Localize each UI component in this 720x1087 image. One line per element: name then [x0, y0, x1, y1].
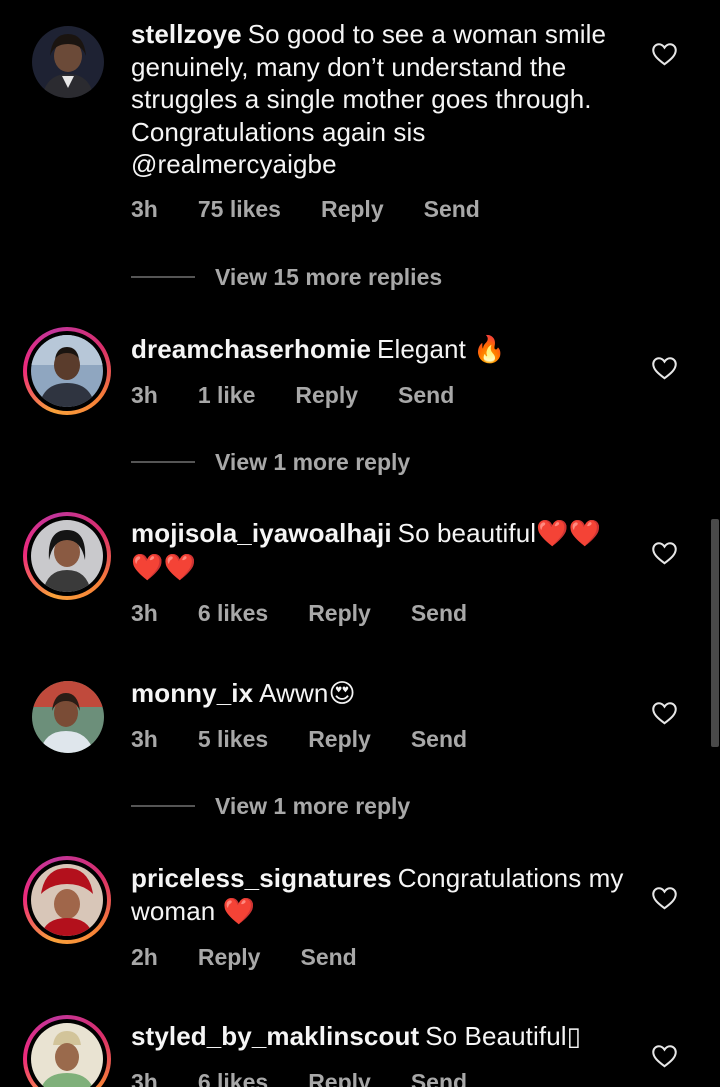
comment-time: 2h	[131, 943, 158, 970]
comment-meta: 2h Reply Send	[131, 942, 631, 972]
comment-text: Elegant	[377, 334, 466, 364]
heart-emoji: ❤️	[222, 896, 256, 927]
avatar[interactable]	[23, 512, 111, 600]
heart-outline-icon[interactable]	[651, 700, 678, 725]
reply-button[interactable]: Reply	[321, 196, 384, 223]
avatar[interactable]	[23, 1015, 111, 1087]
comment-likes[interactable]: 6 likes	[198, 600, 268, 627]
heart-outline-icon[interactable]	[651, 1043, 678, 1068]
fire-emoji: 🔥	[473, 335, 506, 365]
reply-button[interactable]: Reply	[308, 600, 371, 627]
comment-time: 3h	[131, 382, 158, 408]
avatar[interactable]	[23, 327, 111, 415]
comment-time: 3h	[131, 1069, 158, 1087]
comment-text: So Beautiful	[425, 1021, 567, 1051]
send-button[interactable]: Send	[398, 382, 454, 409]
send-button[interactable]: Send	[300, 944, 356, 971]
avatar-image	[32, 681, 104, 753]
send-button[interactable]: Send	[411, 600, 467, 627]
comment-likes[interactable]: 1 like	[198, 382, 256, 409]
divider-line	[131, 805, 195, 807]
scrollbar[interactable]	[711, 519, 719, 747]
send-button[interactable]: Send	[411, 1069, 467, 1087]
view-replies-label: View 1 more reply	[215, 792, 411, 819]
avatar[interactable]	[24, 18, 112, 106]
avatar-image	[31, 864, 103, 936]
heart-outline-icon[interactable]	[651, 41, 678, 66]
comment-username[interactable]: mojisola_iyawoalhaji	[131, 518, 392, 548]
comment-username[interactable]: stellzoye	[131, 19, 242, 49]
heart-outline-icon[interactable]	[651, 355, 678, 380]
heart-outline-icon[interactable]	[651, 885, 678, 910]
view-replies-button[interactable]: View 15 more replies	[131, 262, 442, 292]
send-button[interactable]: Send	[424, 196, 480, 223]
avatar[interactable]	[23, 856, 111, 944]
comment-username[interactable]: monny_ix	[131, 678, 253, 708]
avatar[interactable]	[24, 673, 112, 761]
reply-button[interactable]: Reply	[308, 726, 371, 753]
comment-time: 3h	[131, 726, 158, 752]
comment-username[interactable]: priceless_signatures	[131, 863, 392, 893]
comment-time: 3h	[131, 196, 158, 222]
view-replies-label: View 1 more reply	[215, 448, 411, 475]
comment-likes[interactable]: 6 likes	[198, 1069, 268, 1087]
view-replies-label: View 15 more replies	[215, 263, 443, 290]
view-replies-button[interactable]: View 1 more reply	[131, 447, 410, 477]
reply-button[interactable]: Reply	[295, 382, 358, 409]
comment-time: 3h	[131, 599, 158, 626]
reply-button[interactable]: Reply	[198, 944, 261, 971]
comments-screen: stellzoye So good to see a woman smile ge…	[0, 0, 720, 1087]
comment-likes[interactable]: 75 likes	[198, 196, 281, 223]
comment-username[interactable]: styled_by_maklinscout	[131, 1021, 419, 1051]
comment-meta: 3h 5 likes Reply Send	[131, 725, 631, 755]
send-button[interactable]: Send	[411, 726, 467, 753]
divider-line	[131, 461, 195, 463]
avatar-image	[31, 335, 103, 407]
comment-likes[interactable]: 5 likes	[198, 726, 268, 753]
comment-meta: 3h 6 likes Reply Send	[131, 1068, 631, 1087]
heart-outline-icon[interactable]	[651, 540, 678, 565]
divider-line	[131, 276, 195, 278]
avatar-image	[31, 1023, 103, 1087]
comment-text: Awwn	[259, 678, 329, 708]
comment-username[interactable]: dreamchaserhomie	[131, 334, 371, 364]
comment-meta: 3h 6 likes Reply Send	[131, 598, 631, 628]
reply-button[interactable]: Reply	[308, 1069, 371, 1087]
view-replies-button[interactable]: View 1 more reply	[131, 791, 410, 821]
missing-glyph: ▯	[566, 1022, 582, 1052]
avatar-image	[32, 26, 104, 98]
comment-text: So beautiful	[397, 518, 537, 548]
avatar-image	[31, 520, 103, 592]
comment-meta: 3h 1 like Reply Send	[131, 381, 631, 411]
comment-meta: 3h 75 likes Reply Send	[131, 195, 631, 225]
heart-eyes-emoji: 😍	[328, 679, 356, 709]
